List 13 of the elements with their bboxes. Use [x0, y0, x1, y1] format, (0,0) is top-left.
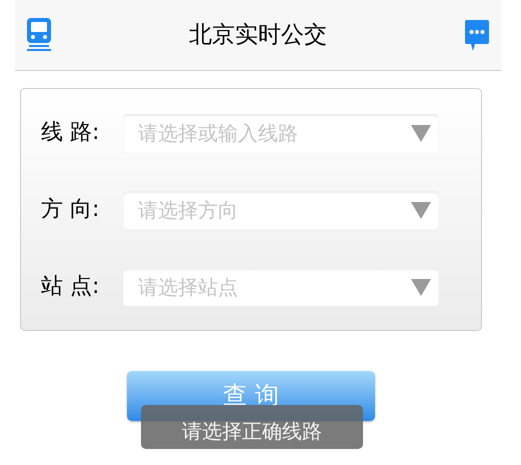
toast-message: 请选择正确线路 [141, 405, 363, 449]
field-label: 方 向: [41, 196, 100, 224]
dropdown-field[interactable]: 请选择方向 [123, 190, 439, 228]
dropdown-arrow-icon [411, 278, 431, 296]
app-title: 北京实时公交 [189, 20, 327, 50]
field-label: 站 点: [41, 273, 100, 301]
dropdown-field[interactable]: 请选择站点 [123, 268, 439, 306]
dropdown-arrow-icon [411, 124, 431, 142]
chat-bubble-icon[interactable] [465, 20, 489, 50]
dropdown-field[interactable]: 请选择或输入线路 [123, 114, 439, 152]
field-label: 线 路: [41, 119, 100, 147]
dropdown-arrow-icon [411, 202, 431, 218]
train-icon[interactable] [27, 18, 51, 52]
